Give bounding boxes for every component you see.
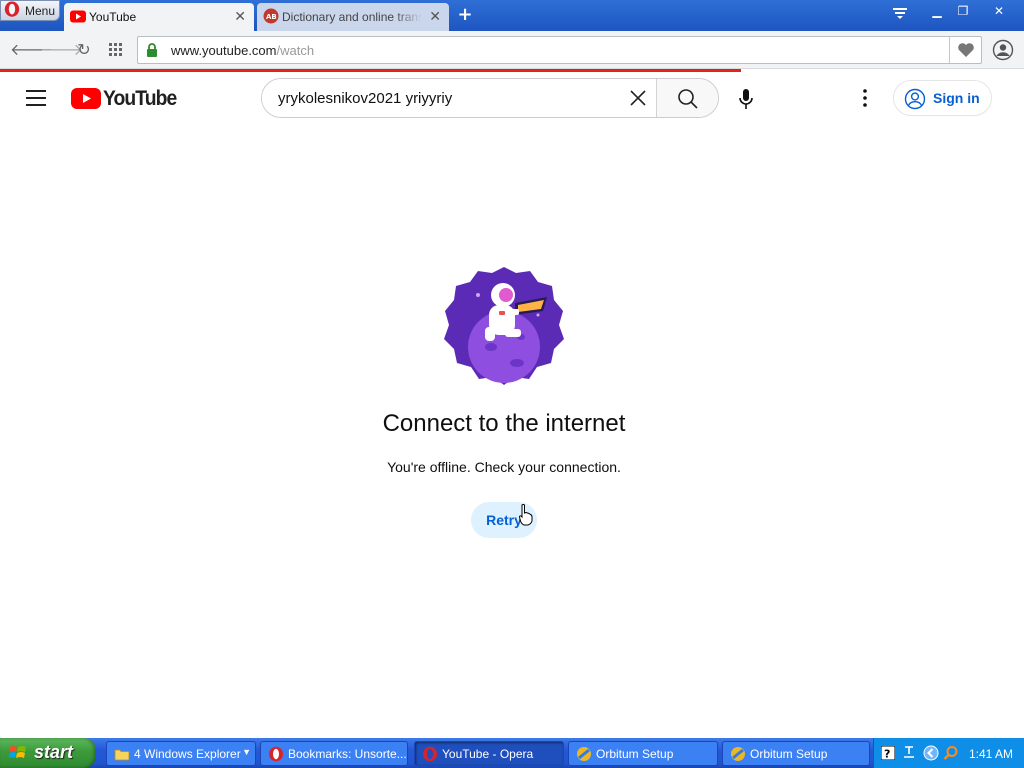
divider [949, 37, 950, 63]
search-tray-icon[interactable] [943, 745, 959, 761]
search-input[interactable] [262, 79, 656, 117]
dictionary-favicon-icon: AB [263, 8, 279, 24]
youtube-logo[interactable]: YouTube [71, 87, 177, 110]
menu-label: Menu [25, 4, 56, 18]
taskbar-item-youtube-opera[interactable]: YouTube - Opera [414, 741, 564, 766]
new-tab-button[interactable]: + [456, 6, 474, 24]
offline-title: Connect to the internet [382, 410, 626, 437]
system-tray: ? 1:41 AM [873, 738, 1024, 768]
tab-title: Dictionary and online translat [282, 10, 422, 24]
search-button[interactable] [656, 79, 718, 117]
search-icon [678, 89, 698, 109]
search-box [261, 78, 719, 118]
tab-menu-icon[interactable] [892, 6, 908, 20]
offline-astronaut-illustration [444, 267, 564, 385]
help-icon[interactable]: ? [881, 746, 895, 760]
url-path: /watch [276, 43, 315, 58]
sign-in-label: Sign in [933, 90, 980, 106]
clear-search-icon[interactable] [629, 89, 647, 107]
lock-icon [147, 43, 157, 57]
profile-icon[interactable] [992, 39, 1014, 61]
speed-dial-icon[interactable] [109, 43, 123, 57]
language-bar-icon[interactable] [902, 744, 916, 762]
tab-dictionary[interactable]: AB Dictionary and online translat ✕ [257, 3, 449, 31]
tray-expand-icon[interactable] [923, 745, 939, 761]
logo-wordmark: YouTube [103, 87, 177, 110]
start-button[interactable]: start [0, 738, 96, 768]
opera-menu-button[interactable]: Menu [0, 0, 60, 21]
forward-button[interactable]: 🡒 [40, 40, 83, 60]
browser-tab-strip: Menu YouTube ✕ AB Dictionary and online … [0, 0, 1024, 31]
windows-taskbar: start 4 Windows Explorer ▼ Bookmarks: Un… [0, 738, 1024, 768]
taskbar-item-orbitum-setup-2[interactable]: Orbitum Setup [722, 741, 870, 766]
hand-cursor-icon [519, 504, 533, 526]
group-arrow-icon: ▼ [242, 747, 251, 757]
tab-youtube[interactable]: YouTube ✕ [64, 3, 254, 31]
taskbar-item-label: YouTube - Opera [442, 747, 534, 761]
taskbar-item-label: Bookmarks: Unsorte... [288, 747, 407, 761]
address-toolbar: 🡐 🡒 ↻ www.youtube.com/watch [0, 31, 1024, 69]
windows-logo-icon [9, 746, 26, 758]
taskbar-item-bookmarks[interactable]: Bookmarks: Unsorte... [260, 741, 408, 766]
guide-menu-icon[interactable] [26, 90, 46, 106]
restore-button[interactable]: ❐ [952, 2, 974, 20]
taskbar-item-label: Orbitum Setup [596, 747, 674, 761]
offline-message: You're offline. Check your connection. [387, 459, 621, 475]
opera-icon [269, 746, 283, 762]
taskbar-item-windows-explorer[interactable]: 4 Windows Explorer ▼ [106, 741, 256, 766]
taskbar-item-orbitum-setup-1[interactable]: Orbitum Setup [568, 741, 718, 766]
url-host: www.youtube.com [171, 43, 277, 58]
address-field[interactable]: www.youtube.com/watch [137, 36, 982, 64]
svg-text:?: ? [884, 748, 890, 761]
taskbar-item-label: Orbitum Setup [750, 747, 828, 761]
opera-icon [423, 746, 437, 762]
url-text: www.youtube.com/watch [171, 43, 314, 58]
svg-text:AB: AB [266, 13, 277, 21]
window-controls: ▁ ❐ ✕ [888, 2, 1018, 20]
reload-button[interactable]: ↻ [73, 40, 95, 60]
orbitum-icon [577, 747, 591, 761]
close-tab-icon[interactable]: ✕ [429, 9, 441, 23]
sign-in-button[interactable]: Sign in [893, 80, 992, 116]
tab-title: YouTube [89, 10, 137, 24]
microphone-icon[interactable] [737, 88, 755, 110]
minimize-button[interactable]: ▁ [926, 2, 948, 20]
close-window-button[interactable]: ✕ [988, 2, 1010, 20]
taskbar-item-label: 4 Windows Explorer [134, 747, 241, 761]
orbitum-icon [731, 747, 745, 761]
more-options-icon[interactable] [858, 88, 872, 108]
close-tab-icon[interactable]: ✕ [234, 9, 246, 23]
account-icon [904, 88, 926, 110]
folder-icon [114, 749, 130, 761]
back-button[interactable]: 🡐 [10, 40, 53, 60]
clock: 1:41 AM [969, 747, 1014, 761]
bookmark-heart-icon[interactable] [957, 42, 975, 58]
start-label: start [34, 742, 74, 762]
youtube-header: YouTube Sign in [0, 72, 1024, 124]
opera-logo-icon [4, 1, 20, 17]
youtube-play-icon [71, 88, 101, 109]
youtube-favicon-icon [70, 10, 86, 23]
